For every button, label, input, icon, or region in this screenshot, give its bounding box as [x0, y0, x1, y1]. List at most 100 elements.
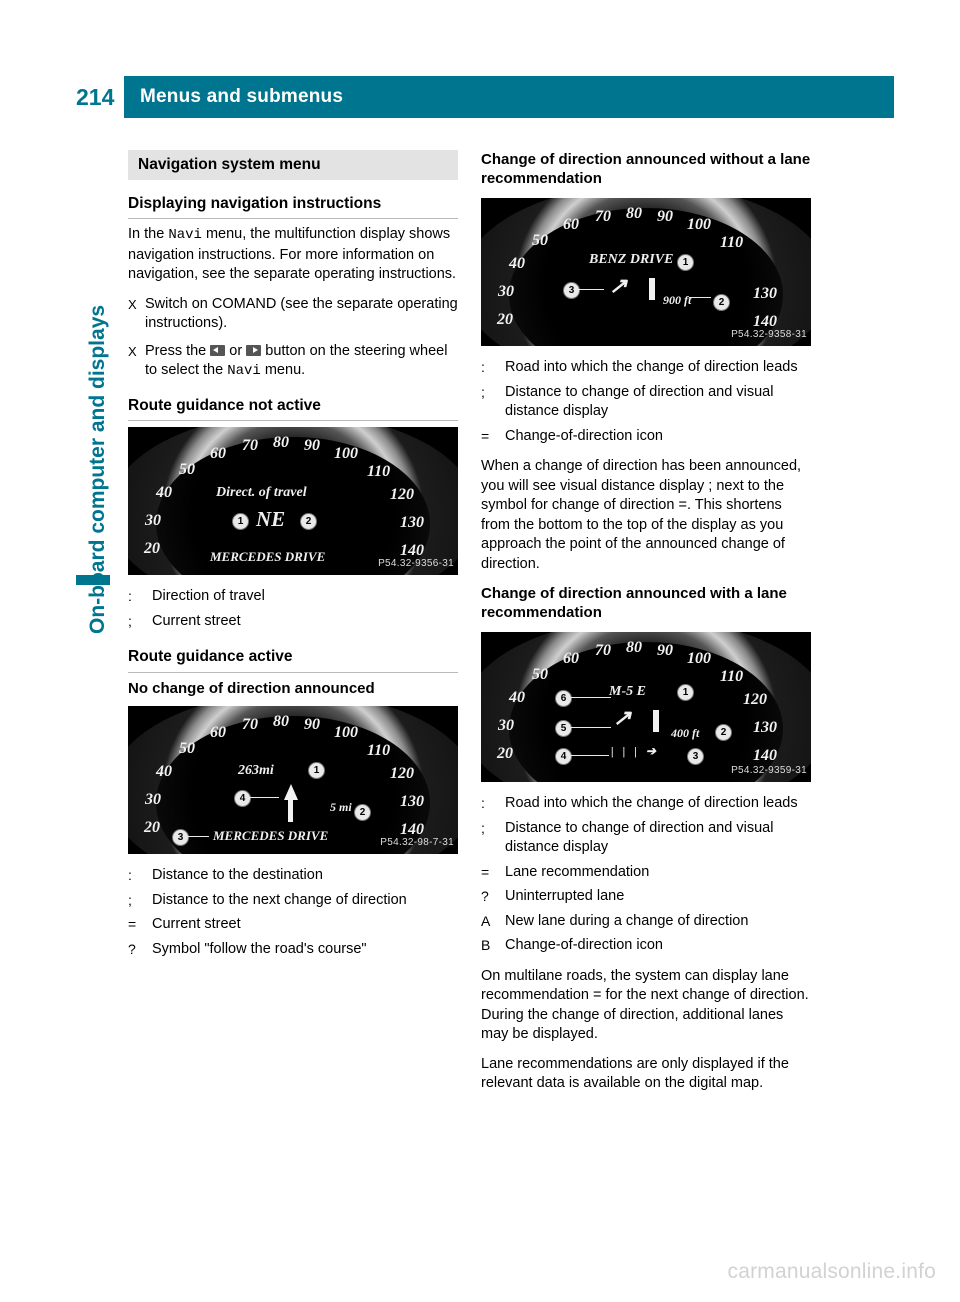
tick-100: 100 — [687, 216, 711, 233]
paragraph-visual-distance-display: When a change of direction has been anno… — [481, 457, 811, 574]
legend-text: Direction of travel — [152, 588, 265, 604]
paragraph-multilane-roads: On multilane roads, the system can displ… — [481, 967, 811, 1045]
legend-row: ; Distance to change of direction and vi… — [481, 819, 811, 858]
legend-row: : Distance to the destination — [128, 866, 458, 886]
callout-leader-line — [571, 727, 611, 728]
rocker-left-icon — [210, 344, 226, 356]
tick-90: 90 — [657, 642, 673, 659]
step2-or: or — [225, 342, 247, 359]
callout-1: 1 — [232, 513, 249, 530]
visual-distance-bar — [649, 278, 655, 300]
tick-80: 80 — [626, 639, 642, 656]
tick-120: 120 — [390, 486, 414, 503]
tick-60: 60 — [210, 445, 226, 462]
legend-marker-4: ? — [128, 940, 136, 957]
figure-change-without-lane: 20 30 40 50 60 70 80 90 100 110 130 140 … — [481, 198, 811, 346]
legend-text: Road into which the change of direction … — [505, 795, 798, 811]
heading-displaying-navigation-instructions: Displaying navigation instructions — [128, 194, 458, 219]
legend-text: Change-of-direction icon — [505, 937, 663, 953]
right-column: Change of direction announced without a … — [481, 150, 811, 1104]
legend-row: ? Symbol "follow the road's course" — [128, 940, 458, 960]
heading-change-with-lane: Change of direction announced with a lan… — [481, 585, 787, 621]
legend-marker-3: = — [481, 863, 490, 880]
legend-row: ; Current street — [128, 612, 458, 632]
legend-text: Distance to change of direction and visu… — [505, 819, 774, 856]
tick-20: 20 — [144, 819, 160, 836]
tick-40: 40 — [509, 255, 525, 272]
figure-no-change-of-direction: 20 30 40 50 60 70 80 90 100 110 120 130 … — [128, 706, 458, 854]
step-text: Switch on COMAND (see the separate opera… — [145, 295, 458, 332]
legend-marker-2: ; — [481, 819, 485, 836]
legend-marker-3: = — [481, 427, 490, 444]
callout-4: 4 — [555, 748, 572, 765]
tick-40: 40 — [509, 689, 525, 706]
callout-2: 2 — [713, 294, 730, 311]
legend-marker-1: : — [128, 588, 132, 604]
legend-text: Symbol "follow the road's course" — [152, 940, 367, 957]
legend-text: Distance to the destination — [152, 867, 323, 883]
tick-130: 130 — [400, 793, 424, 810]
step-text: Press the or button on the steering whee… — [145, 342, 458, 382]
section-band-navigation-system-menu: Navigation system menu — [128, 150, 458, 180]
tick-130: 130 — [753, 285, 777, 302]
legend-marker-2: ; — [481, 383, 485, 400]
tick-70: 70 — [242, 437, 258, 454]
chapter-tab-marker — [76, 575, 110, 585]
tick-130: 130 — [400, 514, 424, 531]
tick-60: 60 — [210, 724, 226, 741]
tick-100: 100 — [334, 724, 358, 741]
inline-marker-3: = — [678, 497, 687, 513]
tick-110: 110 — [367, 742, 391, 759]
lcd-road-name: M-5 E — [609, 684, 646, 699]
tick-60: 60 — [563, 216, 579, 233]
tick-130: 130 — [753, 719, 777, 736]
tick-110: 110 — [720, 668, 744, 685]
legend-row: = Current street — [128, 915, 458, 935]
tick-30: 30 — [145, 791, 161, 808]
callout-leader-line — [689, 297, 711, 298]
legend-text: Current street — [152, 612, 241, 629]
tick-20: 20 — [144, 540, 160, 557]
watermark: carmanualsonline.info — [727, 1260, 936, 1283]
chapter-side-tab-label: On-board computer and displays — [86, 304, 109, 634]
legend-marker-4: ? — [481, 888, 489, 904]
callout-6: 6 — [555, 690, 572, 707]
lcd-direction-of-travel-label: Direct. of travel — [216, 485, 307, 500]
callout-3: 3 — [563, 282, 580, 299]
tick-40: 40 — [156, 763, 172, 780]
tick-70: 70 — [595, 642, 611, 659]
legend-row: = Lane recommendation — [481, 863, 811, 883]
legend-row: : Direction of travel — [128, 587, 458, 607]
step-marker-icon: X — [128, 296, 137, 312]
legend-row: ; Distance to change of direction and vi… — [481, 383, 811, 422]
tick-110: 110 — [367, 463, 391, 480]
lcd-distance-to-change: 900 ft — [663, 293, 692, 307]
tick-90: 90 — [657, 208, 673, 225]
callout-3: 3 — [687, 748, 704, 765]
tick-100: 100 — [334, 445, 358, 462]
figure-direction-of-travel: 20 30 40 50 60 70 80 90 100 110 120 130 … — [128, 427, 458, 575]
legend-text: Change-of-direction icon — [505, 427, 663, 444]
follow-road-arrow-stem — [288, 798, 293, 822]
navi-menu-token: Navi — [227, 363, 261, 379]
callout-leader-line — [571, 755, 609, 756]
legend-marker-1: : — [128, 867, 132, 883]
callout-leader-line — [187, 836, 209, 837]
legend-text: Distance to change of direction and visu… — [505, 383, 774, 420]
lcd-distance-to-destination: 263mi — [238, 763, 274, 778]
heading-change-without-lane: Change of direction announced without a … — [481, 151, 811, 187]
lcd-current-street: MERCEDES DRIVE — [210, 549, 326, 564]
tick-30: 30 — [145, 512, 161, 529]
tick-110: 110 — [720, 234, 744, 251]
lcd-direction-value: NE — [256, 507, 286, 531]
legend-text: New lane during a change of direction — [505, 912, 749, 929]
callout-5: 5 — [555, 720, 572, 737]
callout-leader-line — [571, 697, 611, 698]
paragraph-navi-pre: In the — [128, 226, 169, 242]
legend-row: B Change-of-direction icon — [481, 936, 811, 956]
callout-4: 4 — [234, 790, 251, 807]
figure-part-code: P54.32-9359-31 — [731, 764, 807, 776]
heading-route-guidance-active: Route guidance active — [128, 647, 458, 673]
callout-leader-line — [249, 797, 279, 798]
page-title: Menus and submenus — [140, 86, 344, 107]
